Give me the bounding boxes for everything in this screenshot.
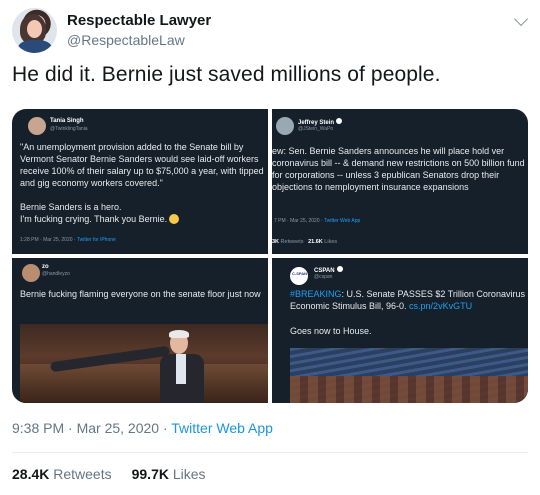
media-grid: Tania Singh @TwinklingTania "An unemploy… <box>12 109 528 403</box>
shirt <box>176 354 186 384</box>
retweets-stat[interactable]: 28.4K Retweets <box>12 466 112 482</box>
media-screenshot-1[interactable]: Tania Singh @TwinklingTania "An unemploy… <box>12 109 268 254</box>
tweet-source-link[interactable]: Twitter Web App <box>171 420 273 436</box>
cspan-tweet-text-2: Goes now to House. <box>290 326 372 336</box>
tweet-stats: 28.4K Retweets 99.7K Likes <box>12 466 206 482</box>
divider <box>12 452 528 453</box>
cspan-tweet-text: #BREAKING: U.S. Senate PASSES $2 Trillio… <box>290 289 525 311</box>
verified-badge-icon <box>336 266 343 272</box>
cspan-avatar <box>290 267 308 285</box>
cspan-name: CSPAN <box>314 266 343 274</box>
bernie-figure <box>160 330 204 403</box>
author-avatar[interactable] <box>12 8 57 53</box>
avatar-shirt <box>18 40 52 53</box>
tania-meta: 1:28 PM · Mar 25, 2020 · Twitter for iPh… <box>20 237 116 243</box>
senate-chamber-image <box>290 348 528 403</box>
jeffrey-name: Jeffrey Stein <box>298 118 343 126</box>
tania-avatar <box>28 117 46 135</box>
tweet-text: He did it. Bernie just saved millions of… <box>12 63 441 86</box>
zo-handle: @handleyzo <box>42 271 70 277</box>
tania-handle: @TwinklingTania <box>50 126 88 132</box>
likes-stat[interactable]: 99.7K Likes <box>132 466 206 482</box>
jeffrey-handle: @JStein_WaPo <box>298 126 334 132</box>
media-screenshot-4[interactable]: C-SPAN CSPAN @cspan #BREAKING: U.S. Sena… <box>272 258 528 403</box>
senate-floor-video[interactable] <box>20 324 268 403</box>
jeffrey-tweet-text: ew: Sen. Bernie Sanders announces he wil… <box>272 146 525 192</box>
cspan-handle: @cspan <box>314 274 333 280</box>
zo-name: zo <box>42 264 49 270</box>
media-screenshot-2[interactable]: Jeffrey Stein @JStein_WaPo ew: Sen. Bern… <box>272 109 528 254</box>
author-display-name[interactable]: Respectable Lawyer <box>67 12 211 29</box>
tweet-header: Respectable Lawyer @RespectableLaw <box>12 8 532 54</box>
tania-name: Tania Singh <box>50 118 84 124</box>
hair <box>169 330 189 338</box>
chevron-down-icon[interactable] <box>513 11 529 27</box>
zo-avatar <box>22 264 40 282</box>
tweet-timestamp: 9:38 PM · Mar 25, 2020 · Twitter Web App <box>12 420 273 436</box>
jeffrey-stats: 3K Retweets 21.6K Likes <box>272 239 338 245</box>
crying-face-icon <box>169 214 180 224</box>
cspan-logo: C-SPAN <box>292 271 308 276</box>
verified-badge-icon <box>336 118 343 124</box>
avatar-face <box>27 20 42 38</box>
chamber-floor <box>290 376 528 403</box>
tania-tweet-text: "An unemployment provision added to the … <box>20 142 264 224</box>
jeffrey-avatar <box>276 117 294 135</box>
author-handle[interactable]: @RespectableLaw <box>67 32 185 48</box>
media-screenshot-3[interactable]: zo @handleyzo Bernie fucking flaming eve… <box>12 258 268 403</box>
jeffrey-meta: 7 PM · Mar 25, 2020 · Twitter Web App <box>274 218 361 224</box>
zo-tweet-text: Bernie fucking flaming everyone on the s… <box>20 289 261 299</box>
